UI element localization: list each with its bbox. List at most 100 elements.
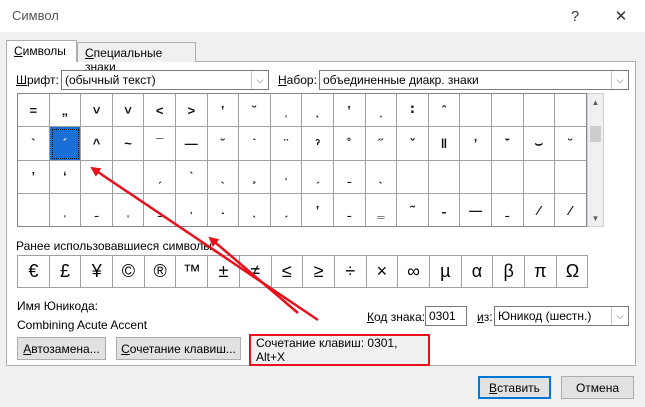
symbol-cell[interactable]: = xyxy=(18,94,50,128)
symbol-cell[interactable]: ˍ xyxy=(333,160,366,195)
symbol-cell[interactable]: ˘ xyxy=(555,127,586,161)
symbol-cell[interactable] xyxy=(397,160,429,195)
symbol-cell[interactable]: ˋ xyxy=(175,160,208,195)
symbol-cell[interactable]: ¸ xyxy=(239,160,271,195)
symbol-cell[interactable]: ̆̇ xyxy=(491,127,524,161)
recent-symbol[interactable]: ® xyxy=(145,256,177,287)
symbol-cell[interactable] xyxy=(555,160,586,195)
symbol-cell[interactable]: ʻ xyxy=(49,160,82,195)
recent-symbol[interactable]: π xyxy=(525,256,557,287)
symbol-cell[interactable]: ʽ xyxy=(207,94,240,128)
grid-scrollbar[interactable]: ▲ ▼ xyxy=(587,93,604,227)
symbol-cell[interactable]: ˂ xyxy=(144,94,176,128)
symbol-cell[interactable]: ∶ xyxy=(397,94,429,128)
symbol-cell[interactable]: „ xyxy=(49,94,82,128)
tab-symbols[interactable]: Символы xyxy=(6,40,77,62)
symbol-cell[interactable] xyxy=(460,94,492,128)
symbol-cell[interactable]: ʼ xyxy=(18,160,50,195)
symbol-cell[interactable] xyxy=(491,160,524,195)
symbol-cell[interactable] xyxy=(428,160,461,195)
symbol-cell[interactable]: ^ xyxy=(81,127,113,161)
symbol-cell[interactable]: ˜ xyxy=(397,194,429,226)
scroll-down-icon[interactable]: ▼ xyxy=(588,210,603,226)
symbol-cell[interactable]: ˝ xyxy=(365,127,398,161)
symbol-cell[interactable]: ∕ xyxy=(524,194,556,226)
recent-symbol[interactable]: £ xyxy=(50,256,82,287)
symbol-cell[interactable]: ¯ xyxy=(144,127,176,161)
symbol-cell[interactable]: ˌ xyxy=(270,94,303,128)
recent-symbol[interactable]: ™ xyxy=(176,256,209,287)
symbol-cell[interactable]: ʽ xyxy=(302,194,334,226)
cancel-button[interactable]: Отмена xyxy=(561,376,634,399)
symbol-cell[interactable]: ˯ xyxy=(365,94,398,128)
symbol-cell[interactable]: ˍ xyxy=(144,194,176,226)
symbol-cell[interactable]: ˎ xyxy=(207,160,240,195)
symbol-cell[interactable]: ˏ xyxy=(144,160,176,195)
symbol-cell[interactable]: ∕ xyxy=(555,194,586,226)
scroll-up-icon[interactable]: ▲ xyxy=(588,94,603,110)
symbol-cell[interactable]: ˔ xyxy=(208,194,240,226)
recent-symbol[interactable]: ± xyxy=(208,256,240,287)
insert-button[interactable]: Вставить xyxy=(478,376,551,399)
symbol-cell[interactable]: — xyxy=(175,127,208,161)
symbol-cell[interactable] xyxy=(555,94,586,128)
scroll-thumb[interactable] xyxy=(590,126,601,142)
symbol-cell[interactable] xyxy=(112,160,145,195)
symbol-cell[interactable]: ˀ xyxy=(302,127,334,161)
symbol-cell[interactable]: ˍ xyxy=(334,194,366,226)
symbol-cell[interactable]: ˅ xyxy=(112,94,145,128)
symbol-cell[interactable]: ˍ xyxy=(81,194,113,226)
recent-symbol[interactable]: ¥ xyxy=(81,256,114,287)
symbol-cell[interactable]: ˃ xyxy=(175,94,208,128)
from-select[interactable]: Юникод (шестн.) ⌵ xyxy=(494,306,629,326)
close-button[interactable]: ✕ xyxy=(599,0,643,32)
symbol-cell-selected[interactable]: ´ xyxy=(49,127,82,161)
symbol-cell[interactable]: ʼ xyxy=(460,127,492,161)
symbol-cell[interactable]: ˇ xyxy=(397,127,429,161)
recent-symbol[interactable]: © xyxy=(113,256,145,287)
recent-symbol[interactable]: ≠ xyxy=(240,256,272,287)
symbol-cell[interactable]: ˌ xyxy=(50,194,82,226)
symbol-cell[interactable]: ˙ xyxy=(239,127,271,161)
symbol-cell[interactable] xyxy=(460,160,492,195)
symbol-cell[interactable]: ˏ xyxy=(302,160,334,195)
symbol-cell[interactable]: ʼ xyxy=(81,160,113,195)
symbol-cell[interactable]: ‖ xyxy=(428,127,461,161)
recent-symbol[interactable]: Ω xyxy=(557,256,589,287)
symbol-cell[interactable]: ~ xyxy=(112,127,145,161)
symbol-cell[interactable]: ˆ xyxy=(428,94,461,128)
autocorrect-button[interactable]: Автозамена... xyxy=(17,337,106,360)
symbol-cell[interactable] xyxy=(523,160,556,195)
symbol-cell[interactable]: ˏ xyxy=(271,194,303,226)
symbol-cell[interactable]: ˘ xyxy=(207,127,240,161)
recent-symbol[interactable]: β xyxy=(493,256,525,287)
symbol-cell[interactable]: ˓ xyxy=(176,194,208,226)
help-button[interactable]: ? xyxy=(553,0,597,32)
recent-symbol[interactable]: µ xyxy=(430,256,462,287)
symbol-cell[interactable]: ˎ xyxy=(365,160,398,195)
recent-symbol[interactable]: ÷ xyxy=(335,256,367,287)
subset-select[interactable]: объединенные диакр. знаки ⌵ xyxy=(319,70,629,90)
symbol-cell[interactable]: ¨ xyxy=(270,127,303,161)
symbol-cell[interactable]: ˎ xyxy=(302,94,334,128)
recent-symbol[interactable]: × xyxy=(367,256,399,287)
char-code-input[interactable]: 0301 xyxy=(425,306,467,326)
font-select[interactable]: (обычный текст) ⌵ xyxy=(61,70,269,90)
symbol-cell[interactable]: ‗ xyxy=(366,194,398,226)
symbol-cell[interactable]: — xyxy=(460,194,492,226)
symbol-cell[interactable] xyxy=(18,194,50,226)
symbol-cell[interactable]: ʽ xyxy=(333,94,366,128)
symbol-grid[interactable]: =„˅˅˂˃ʽ˘ˌˎʽ˯∶ˆ`´^~¯—˘˙¨ˀ˚˝ˇ‖ʼ̆̇⌣˘ʼʻʼˏˋˎ¸… xyxy=(17,93,587,227)
tab-special-chars[interactable]: Специальные знаки xyxy=(77,42,196,74)
symbol-cell[interactable]: ˒ xyxy=(270,160,303,195)
symbol-cell[interactable]: ˘ xyxy=(239,94,271,128)
symbol-cell[interactable]: ˌ xyxy=(113,194,145,226)
symbol-cell[interactable]: ˅ xyxy=(81,94,113,128)
symbol-cell[interactable]: ˗ xyxy=(429,194,461,226)
symbol-cell[interactable]: ` xyxy=(18,127,50,161)
symbol-cell[interactable] xyxy=(523,94,556,128)
shortcut-key-button[interactable]: Сочетание клавиш... xyxy=(116,337,241,360)
symbol-cell[interactable] xyxy=(491,94,524,128)
recent-symbol[interactable]: € xyxy=(18,256,50,287)
symbol-cell[interactable]: ˍ xyxy=(492,194,524,226)
